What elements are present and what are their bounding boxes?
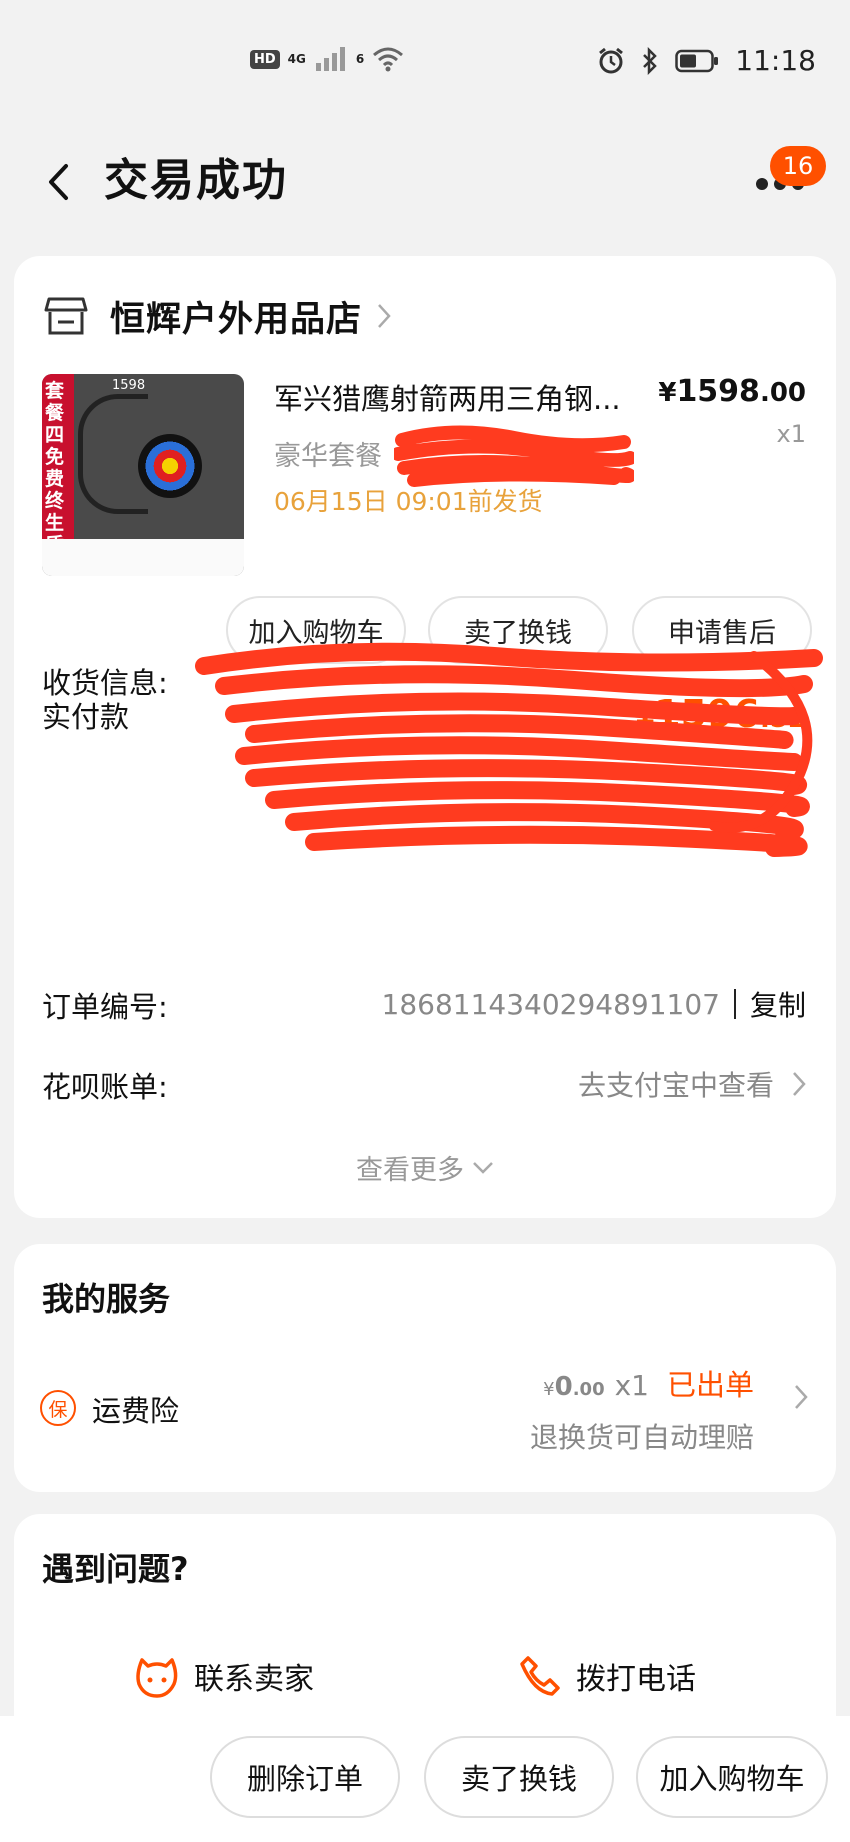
chat-face-icon bbox=[136, 1658, 178, 1698]
svc-cents: .00 bbox=[572, 1379, 605, 1400]
shop-name: 恒辉户外用品店 bbox=[110, 299, 363, 340]
hd-badge: HD bbox=[250, 49, 280, 69]
price-yen: ¥ bbox=[658, 378, 677, 408]
order-number-label: 订单编号: bbox=[42, 990, 168, 1024]
network-4g-label: 4G bbox=[287, 52, 306, 66]
svc-amount: 0 bbox=[554, 1372, 573, 1402]
delete-order-button[interactable]: 删除订单 bbox=[210, 1736, 400, 1818]
paid-amount: ¥1596.52 bbox=[636, 692, 806, 736]
call-button[interactable]: 拨打电话 bbox=[518, 1654, 696, 1698]
paid-dec: .52 bbox=[759, 704, 806, 734]
price-int: 1598 bbox=[676, 374, 760, 409]
add-to-cart-button-label: 加入购物车 bbox=[659, 1762, 805, 1796]
bottom-action-bar: 删除订单 卖了换钱 加入购物车 bbox=[0, 1716, 850, 1842]
chevron-right-icon bbox=[378, 304, 391, 328]
paid-int: 1596 bbox=[654, 692, 760, 736]
status-right: 11:18 bbox=[597, 44, 816, 77]
delete-order-label: 删除订单 bbox=[246, 1762, 363, 1796]
after-sale-label: 申请售后 bbox=[668, 617, 776, 649]
shipping-info-label: 收货信息: bbox=[42, 666, 168, 700]
chevron-down-icon bbox=[473, 1161, 493, 1174]
signal-bars-icon bbox=[315, 47, 345, 71]
order-number-value: 1868114340294891107 bbox=[381, 987, 720, 1021]
network-6-label: 6 bbox=[355, 52, 365, 66]
freight-insurance-name[interactable]: 运费险 bbox=[92, 1388, 179, 1430]
product-title[interactable]: 军兴猎鹰射箭两用三角钢... bbox=[274, 376, 674, 418]
svc-qty: x1 bbox=[614, 1369, 649, 1402]
spec-redaction bbox=[394, 425, 634, 487]
product-quantity: x1 bbox=[776, 420, 806, 448]
see-more-label: 查看更多 bbox=[356, 1155, 464, 1186]
chevron-right-icon bbox=[793, 1072, 806, 1096]
target-shape bbox=[138, 434, 202, 498]
alarm-icon bbox=[599, 47, 624, 73]
shop-header[interactable]: 恒辉户外用品店 bbox=[44, 286, 392, 346]
copy-button[interactable]: 复制 bbox=[750, 984, 806, 1024]
svc-status: 已出单 bbox=[666, 1368, 754, 1402]
help-card: 遇到问题? 联系卖家 拨打电话 bbox=[14, 1514, 836, 1744]
wifi-icon bbox=[373, 47, 404, 72]
product-thumbnail[interactable]: 套餐四免费终生质保 1598 bbox=[42, 374, 244, 576]
shipping-deadline: 06月15日 09:01前发货 bbox=[274, 487, 543, 516]
message-count-badge: 16 bbox=[770, 146, 826, 186]
insurance-icon: 保 bbox=[40, 1390, 76, 1426]
bow-shape bbox=[78, 394, 148, 514]
nav-bar: 交易成功 16 bbox=[0, 120, 850, 250]
huabei-link[interactable]: 去支付宝中查看 bbox=[578, 1064, 806, 1104]
sell-pill[interactable]: 卖了换钱 bbox=[428, 596, 608, 664]
page-title: 交易成功 bbox=[104, 155, 288, 206]
product-spec: 豪华套餐 bbox=[274, 441, 382, 472]
see-more-button[interactable]: 查看更多 bbox=[14, 1148, 836, 1187]
huabei-value: 去支付宝中查看 bbox=[577, 1069, 774, 1102]
svc-yen: ¥ bbox=[543, 1379, 555, 1400]
store-icon bbox=[44, 297, 88, 335]
svc-subtitle: 退换货可自动理赔 bbox=[529, 1421, 754, 1454]
thumbnail-price: 1598 bbox=[112, 378, 146, 393]
help-title: 遇到问题? bbox=[42, 1550, 189, 1588]
more-menu-button[interactable]: 16 bbox=[748, 146, 826, 210]
add-to-cart-button[interactable]: 加入购物车 bbox=[636, 1736, 828, 1818]
paid-yen: ¥ bbox=[636, 704, 655, 734]
clock-text: 11:18 bbox=[735, 44, 816, 77]
services-card: 我的服务 保 运费险 ¥0.00 x1 已出单 退换货可自动理赔 bbox=[14, 1244, 836, 1492]
sell-label: 卖了换钱 bbox=[464, 617, 572, 649]
phone-icon bbox=[520, 1656, 560, 1696]
sell-button[interactable]: 卖了换钱 bbox=[424, 1736, 614, 1818]
chevron-left-icon bbox=[49, 164, 68, 200]
add-to-cart-label: 加入购物车 bbox=[248, 617, 384, 649]
huabei-label: 花呗账单: bbox=[42, 1070, 168, 1104]
bluetooth-icon bbox=[643, 46, 658, 75]
status-bar: HD 4G 6 11:18 bbox=[0, 0, 850, 120]
thumbnail-caption bbox=[42, 539, 244, 576]
address-redaction bbox=[195, 642, 823, 857]
freight-insurance-summary: ¥0.00 x1 已出单 bbox=[543, 1362, 754, 1404]
battery-icon bbox=[675, 49, 719, 72]
price-dec: .00 bbox=[759, 378, 806, 408]
contact-seller-button[interactable]: 联系卖家 bbox=[134, 1654, 314, 1698]
order-number-row: 1868114340294891107 复制 bbox=[382, 984, 807, 1024]
divider bbox=[733, 989, 736, 1019]
after-sale-pill[interactable]: 申请售后 bbox=[632, 596, 812, 664]
thumbnail-banner: 套餐四免费终生质保 bbox=[42, 374, 74, 576]
product-price: ¥1598.00 bbox=[658, 374, 806, 409]
back-button[interactable] bbox=[28, 142, 88, 222]
chevron-right-icon[interactable] bbox=[794, 1384, 808, 1410]
add-to-cart-pill[interactable]: 加入购物车 bbox=[226, 596, 406, 664]
contact-seller-label: 联系卖家 bbox=[194, 1662, 314, 1697]
services-title: 我的服务 bbox=[42, 1280, 171, 1318]
order-card: 恒辉户外用品店 套餐四免费终生质保 1598 军兴猎鹰射箭两用三角钢... ¥1… bbox=[14, 256, 836, 1218]
sell-button-label: 卖了换钱 bbox=[460, 1762, 577, 1796]
status-left: HD 4G 6 bbox=[250, 46, 404, 72]
call-label: 拨打电话 bbox=[576, 1662, 696, 1697]
